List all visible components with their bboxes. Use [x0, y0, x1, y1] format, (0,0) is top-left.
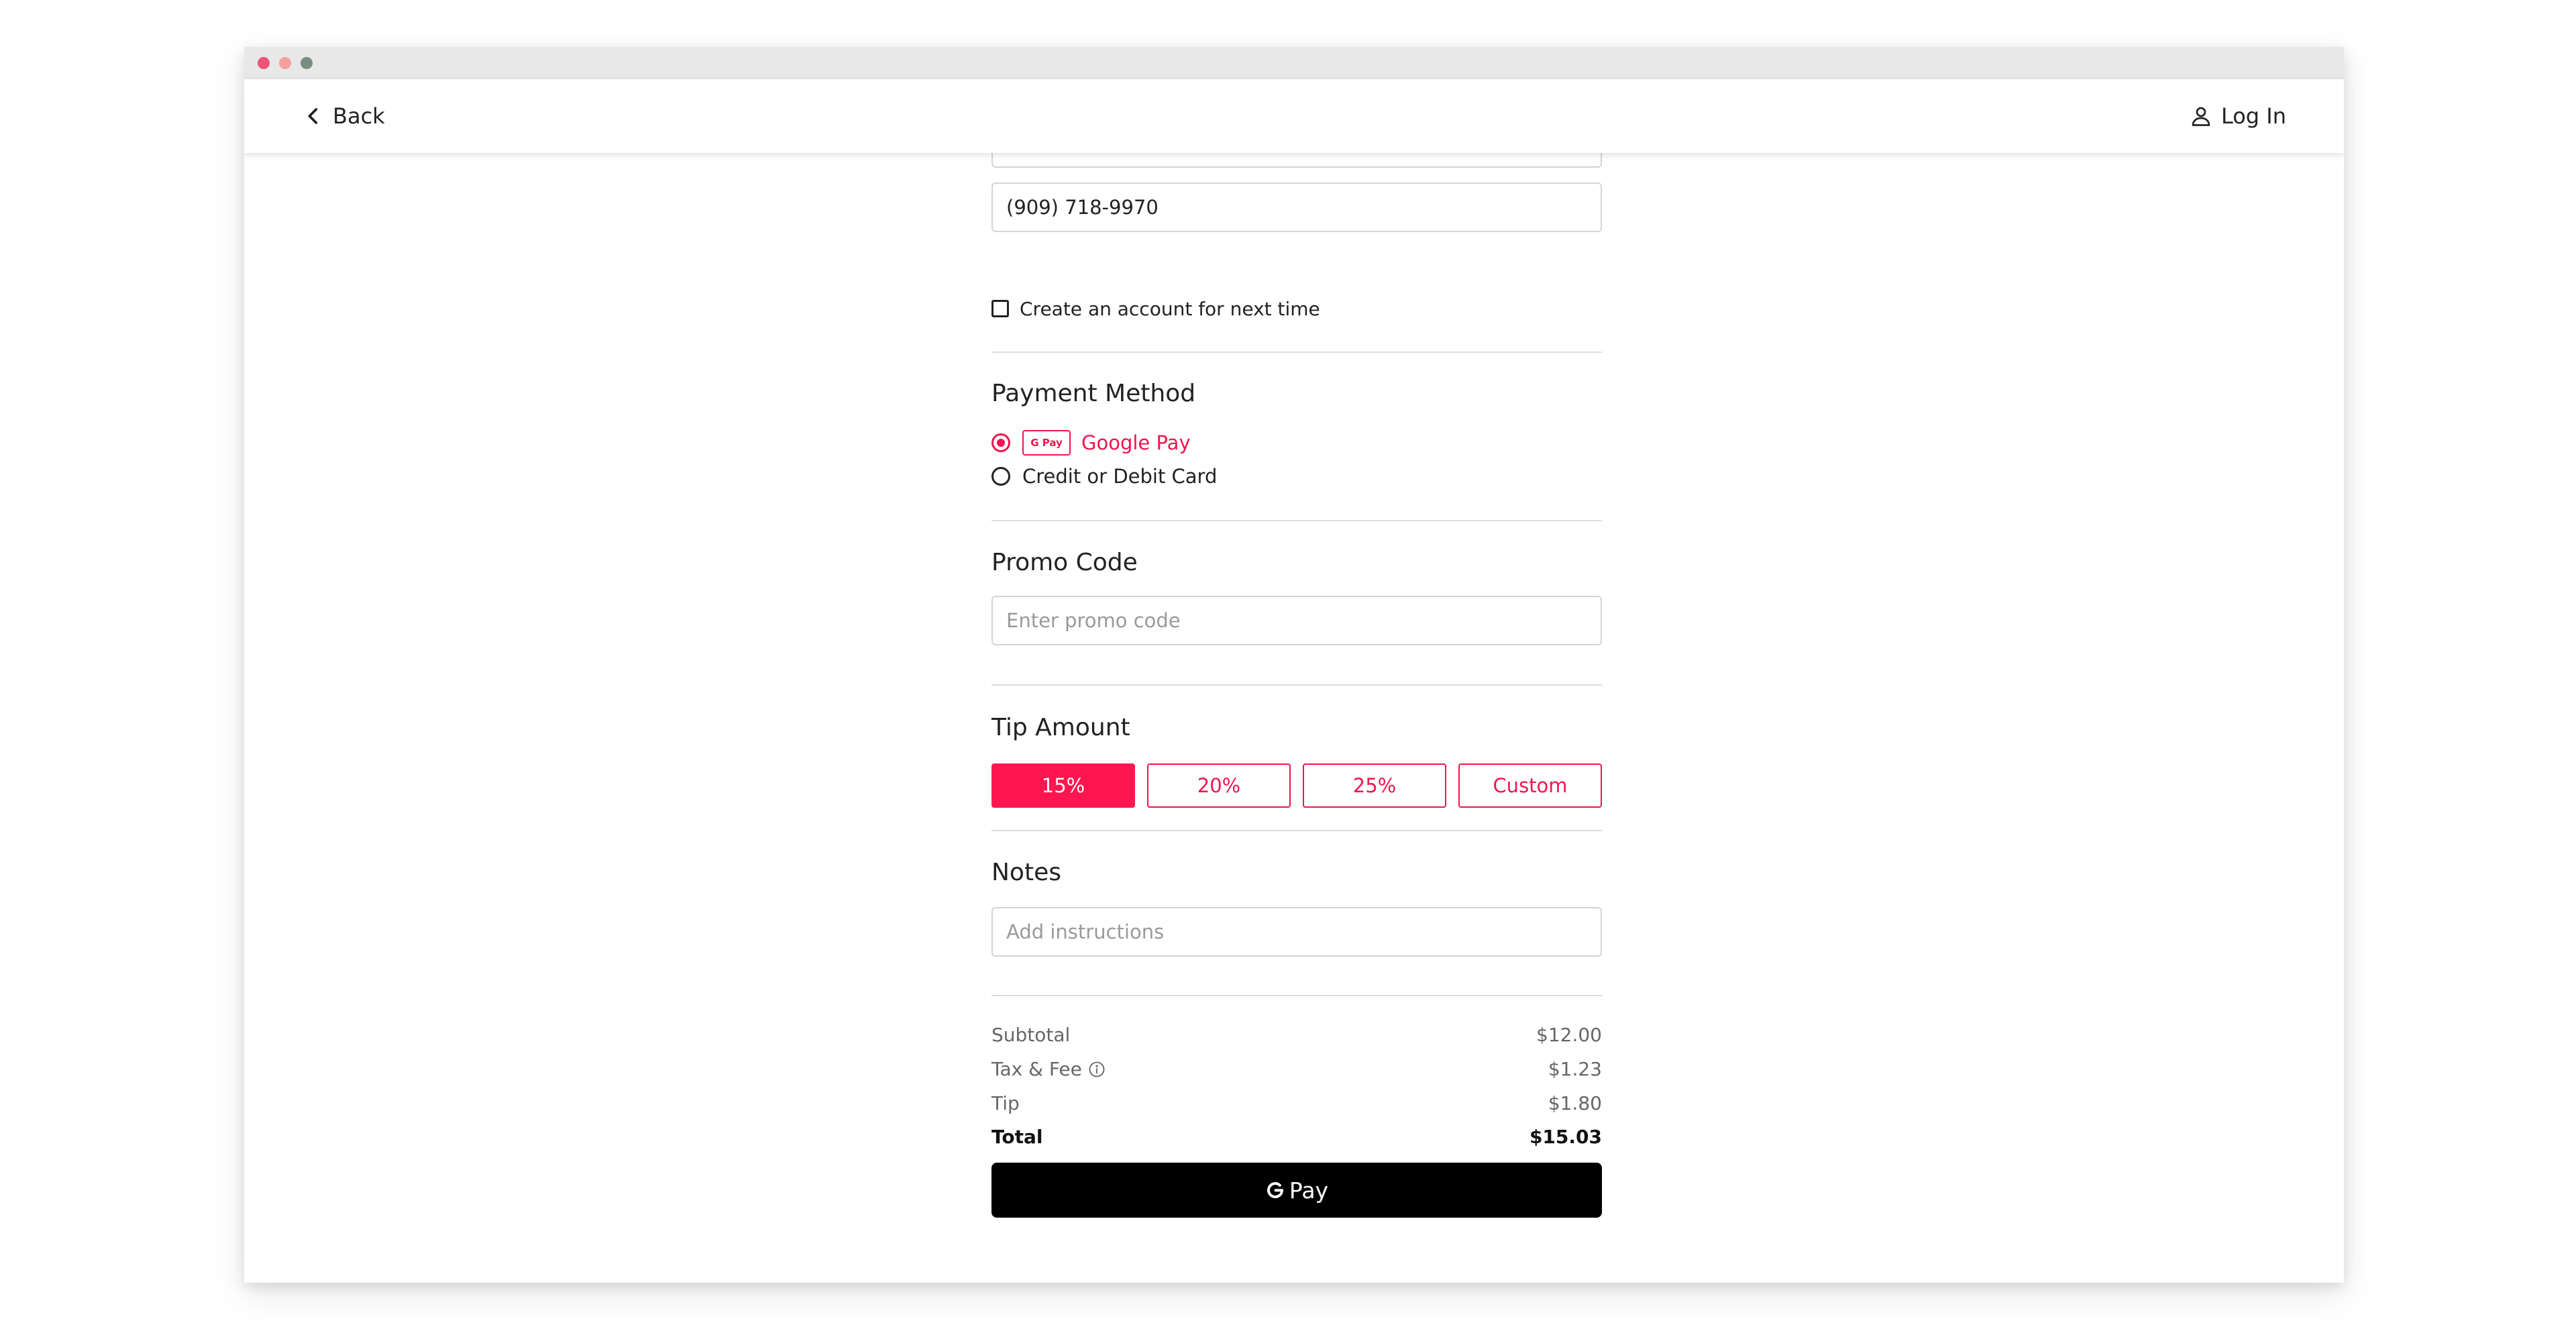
- card-label: Credit or Debit Card: [1022, 465, 1218, 488]
- subtotal-label: Subtotal: [991, 1024, 1071, 1046]
- top-header: Back Log In: [244, 79, 2344, 153]
- info-icon[interactable]: [1087, 1060, 1106, 1079]
- divider: [991, 684, 1602, 686]
- create-account-checkbox-row[interactable]: Create an account for next time: [991, 297, 1320, 321]
- user-icon: [2192, 107, 2210, 126]
- tip-row: Tip $1.80: [991, 1092, 1602, 1114]
- divider: [991, 520, 1602, 521]
- close-window-dot[interactable]: [258, 57, 270, 69]
- chevron-left-icon: [308, 108, 318, 124]
- promo-code-input[interactable]: Enter promo code: [991, 596, 1602, 645]
- create-account-label: Create an account for next time: [1020, 297, 1320, 320]
- payment-method-title: Payment Method: [991, 380, 1196, 407]
- minimize-window-dot[interactable]: [279, 57, 291, 69]
- divider: [991, 995, 1602, 996]
- total-row: Total $15.03: [991, 1126, 1602, 1148]
- google-pay-label: Google Pay: [1081, 431, 1191, 454]
- tax-fee-row: Tax & Fee $1.23: [991, 1058, 1602, 1080]
- google-pay-badge: G Pay: [1022, 430, 1071, 456]
- back-button[interactable]: Back: [302, 79, 385, 153]
- total-label: Total: [991, 1126, 1043, 1148]
- subtotal-row: Subtotal $12.00: [991, 1024, 1602, 1046]
- tip-custom-button[interactable]: Custom: [1458, 763, 1602, 808]
- tip-amount-title: Tip Amount: [991, 714, 1130, 741]
- window-titlebar: [244, 47, 2344, 79]
- subtotal-value: $12.00: [1536, 1024, 1602, 1046]
- tax-fee-label-group: Tax & Fee: [991, 1058, 1106, 1080]
- google-pay-button[interactable]: Pay: [991, 1163, 1602, 1218]
- card-radio[interactable]: [991, 467, 1010, 486]
- google-g-icon: [1267, 1182, 1283, 1198]
- tip-value: $1.80: [1548, 1092, 1602, 1114]
- login-label: Log In: [2220, 103, 2286, 129]
- tip-15-button[interactable]: 15%: [991, 763, 1135, 808]
- notes-input[interactable]: Add instructions: [991, 907, 1602, 957]
- phone-input[interactable]: (909) 718-9970: [991, 182, 1602, 232]
- create-account-checkbox[interactable]: [991, 300, 1009, 317]
- tax-fee-label: Tax & Fee: [991, 1058, 1082, 1080]
- payment-option-google-pay[interactable]: G Pay Google Pay: [991, 429, 1191, 456]
- browser-window: Back Log In (909) 718-9970 Create an acc…: [244, 47, 2344, 1283]
- maximize-window-dot[interactable]: [301, 57, 313, 69]
- promo-code-title: Promo Code: [991, 549, 1138, 576]
- login-button[interactable]: Log In: [2189, 79, 2286, 153]
- notes-title: Notes: [991, 859, 1061, 886]
- divider: [991, 830, 1602, 831]
- tip-25-button[interactable]: 25%: [1303, 763, 1446, 808]
- tip-options: 15% 20% 25% Custom: [991, 763, 1602, 808]
- tip-label: Tip: [991, 1092, 1020, 1114]
- tax-fee-value: $1.23: [1548, 1058, 1602, 1080]
- back-label: Back: [333, 103, 385, 129]
- payment-option-card[interactable]: Credit or Debit Card: [991, 463, 1217, 490]
- pay-button-label: Pay: [1289, 1177, 1329, 1204]
- total-value: $15.03: [1529, 1126, 1602, 1148]
- google-pay-radio[interactable]: [991, 433, 1010, 452]
- tip-20-button[interactable]: 20%: [1147, 763, 1291, 808]
- divider: [991, 352, 1602, 353]
